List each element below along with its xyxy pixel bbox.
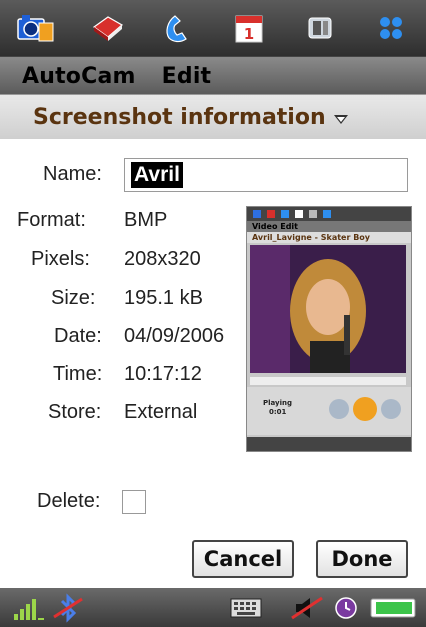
delete-checkbox[interactable] (122, 490, 146, 514)
bluetooth-off-icon (50, 593, 86, 627)
title-bar[interactable]: Screenshot information (0, 94, 426, 140)
menu-autocam[interactable]: AutoCam (22, 64, 136, 89)
thumb-title: Avril_Lavigne - Skater Boy (247, 232, 411, 243)
camera-icon[interactable] (16, 8, 56, 48)
status-bar (0, 588, 426, 627)
store-label: Store: (48, 401, 102, 423)
alarm-icon (334, 596, 358, 624)
chevron-down-icon[interactable] (333, 114, 348, 124)
thumb-progress (250, 377, 406, 385)
app-launcher-bar: 1 (0, 0, 426, 56)
size-label: Size: (51, 287, 96, 309)
format-label: Format: (17, 209, 86, 231)
name-label: Name: (43, 163, 102, 185)
screenshot-thumbnail: Video Edit Avril_Lavigne - Skater Boy Pl… (246, 206, 412, 452)
menu-bar: AutoCam Edit (0, 56, 426, 95)
calendar-icon[interactable]: 1 (229, 8, 269, 48)
store-value: External (124, 401, 198, 423)
thumb-menu: Video Edit (247, 221, 411, 232)
media-icon[interactable] (300, 8, 340, 48)
phone-icon[interactable] (158, 8, 198, 48)
time-label: Time: (53, 363, 103, 385)
thumb-appbar (247, 207, 411, 221)
name-field[interactable]: Avril (124, 158, 408, 192)
keyboard-icon[interactable] (230, 596, 262, 624)
thumb-controls: Playing 0:01 (247, 387, 411, 435)
size-value: 195.1 kB (124, 287, 203, 309)
apps-grid-icon[interactable] (371, 8, 411, 48)
book-icon[interactable] (87, 8, 127, 48)
done-button[interactable]: Done (316, 540, 408, 578)
menu-edit[interactable]: Edit (162, 64, 212, 89)
date-label: Date: (54, 325, 102, 347)
thumb-time: 0:01 (269, 408, 287, 416)
silent-icon (290, 594, 326, 626)
cancel-button[interactable]: Cancel (192, 540, 294, 578)
signal-icon (12, 594, 46, 626)
pixels-value: 208x320 (124, 248, 201, 270)
delete-label: Delete: (37, 490, 101, 512)
calendar-day: 1 (243, 25, 253, 43)
format-value: BMP (124, 209, 168, 231)
thumb-statusbar (247, 437, 411, 451)
pixels-label: Pixels: (31, 248, 90, 270)
name-value: Avril (131, 162, 183, 188)
screenshot-info-panel: Name: Avril Format: BMP Pixels: 208x320 … (0, 139, 426, 588)
date-value: 04/09/2006 (124, 325, 225, 347)
thumb-video-frame (250, 245, 406, 373)
battery-icon (370, 598, 418, 622)
page-title: Screenshot information (33, 104, 326, 130)
time-value: 10:17:12 (124, 363, 202, 385)
thumb-status: Playing (263, 399, 292, 407)
